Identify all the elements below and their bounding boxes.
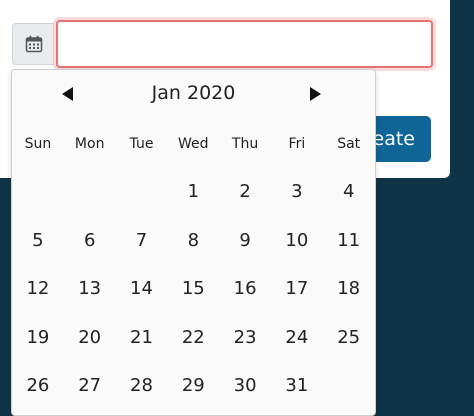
day-cell[interactable]: 9 — [219, 217, 271, 266]
day-cell[interactable]: 19 — [12, 314, 64, 363]
weekday-label: Sat — [337, 136, 361, 152]
day-cell[interactable]: 27 — [64, 362, 116, 411]
day-cell[interactable]: 10 — [271, 217, 323, 266]
date-input[interactable] — [56, 20, 433, 68]
empty-day-cell — [323, 362, 375, 411]
day-cell[interactable]: 4 — [323, 168, 375, 217]
day-cell[interactable]: 6 — [64, 217, 116, 266]
empty-day-cell — [12, 168, 64, 217]
day-cell[interactable]: 22 — [167, 314, 219, 363]
weekday-label: Wed — [178, 136, 209, 152]
next-month-icon[interactable] — [310, 87, 321, 101]
day-cell[interactable]: 18 — [323, 265, 375, 314]
calendar-icon — [25, 35, 42, 53]
day-cell[interactable]: 25 — [323, 314, 375, 363]
day-cell[interactable]: 14 — [116, 265, 168, 314]
empty-day-cell — [116, 168, 168, 217]
day-cell[interactable]: 17 — [271, 265, 323, 314]
day-cell[interactable]: 26 — [12, 362, 64, 411]
day-cell[interactable]: 21 — [116, 314, 168, 363]
calendar-button[interactable] — [12, 23, 54, 65]
weekday-header-row: Sun Mon Tue Wed Thu Fri Sat — [12, 130, 375, 158]
datepicker-popup: Jan 2020 Sun Mon Tue Wed Thu Fri Sat 123456789… — [11, 69, 376, 416]
day-cell[interactable]: 16 — [219, 265, 271, 314]
day-cell[interactable]: 2 — [219, 168, 271, 217]
day-cell[interactable]: 23 — [219, 314, 271, 363]
day-cell[interactable]: 11 — [323, 217, 375, 266]
day-cell[interactable]: 1 — [167, 168, 219, 217]
day-cell[interactable]: 15 — [167, 265, 219, 314]
day-cell[interactable]: 20 — [64, 314, 116, 363]
day-cell[interactable]: 7 — [116, 217, 168, 266]
day-cell[interactable]: 13 — [64, 265, 116, 314]
datepicker-header: Jan 2020 — [12, 80, 375, 110]
weekday-label: Mon — [74, 136, 105, 152]
weekday-label: Sun — [24, 136, 52, 152]
day-cell[interactable]: 28 — [116, 362, 168, 411]
day-cell[interactable]: 5 — [12, 217, 64, 266]
day-cell[interactable]: 31 — [271, 362, 323, 411]
weekday-label: Tue — [129, 136, 154, 152]
day-cell[interactable]: 24 — [271, 314, 323, 363]
day-cell[interactable]: 3 — [271, 168, 323, 217]
days-grid: 1 2 3 4 5 6 7 8 9 10 11 12 13 14 15 16 17 18 19 20 21 22 23 24 2… — [12, 168, 375, 411]
weekday-label: Fri — [288, 136, 306, 152]
day-cell[interactable]: 29 — [167, 362, 219, 411]
day-cell[interactable]: 8 — [167, 217, 219, 266]
day-cell[interactable]: 30 — [219, 362, 271, 411]
weekday-label: Thu — [231, 136, 259, 152]
empty-day-cell — [64, 168, 116, 217]
day-cell[interactable]: 12 — [12, 265, 64, 314]
